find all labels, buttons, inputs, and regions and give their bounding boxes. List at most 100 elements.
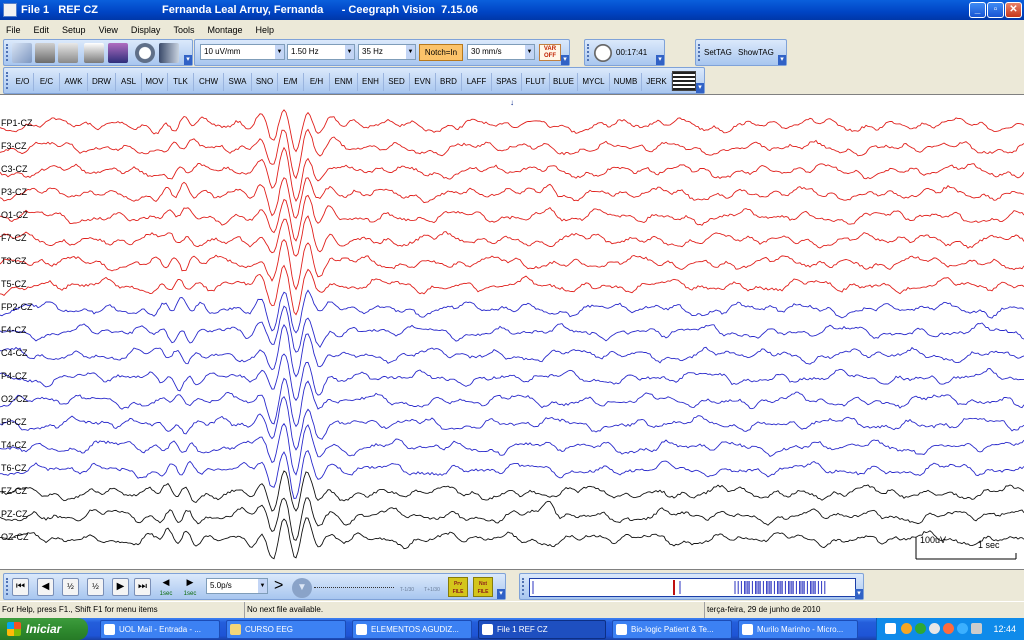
toolbar-chevron-icon[interactable]: ▾: [561, 55, 569, 65]
settag-button[interactable]: SetTAG: [704, 48, 732, 57]
menu-file[interactable]: File: [6, 25, 21, 35]
event-button-numb[interactable]: NUMB: [610, 73, 642, 91]
minus-button[interactable]: T-1/30: [397, 578, 417, 596]
channel-label-fp1-cz[interactable]: FP1-CZ: [1, 118, 33, 128]
channel-label-c4-cz[interactable]: C4-CZ: [1, 348, 28, 358]
montage-icon[interactable]: [159, 43, 179, 63]
channel-label-f4-cz[interactable]: F4-CZ: [1, 325, 27, 335]
channel-label-o2-cz[interactable]: O2-CZ: [1, 394, 28, 404]
display-icon[interactable]: [971, 623, 982, 634]
channel-label-f8-cz[interactable]: F8-CZ: [1, 417, 27, 427]
minimize-button[interactable]: _: [969, 2, 986, 18]
mpeg-icon[interactable]: [84, 43, 104, 63]
event-button-e-o[interactable]: E/O: [12, 73, 34, 91]
help-icon[interactable]: [885, 623, 896, 634]
chevron-down-icon[interactable]: ▼: [345, 45, 354, 59]
close-button[interactable]: ✕: [1005, 2, 1022, 18]
menu-montage[interactable]: Montage: [207, 25, 242, 35]
event-button-mov[interactable]: MOV: [142, 73, 168, 91]
security-icon[interactable]: [915, 623, 926, 634]
step-back-button[interactable]: ◀ 1sec: [156, 577, 176, 599]
channel-label-c3-cz[interactable]: C3-CZ: [1, 164, 28, 174]
speed-slider-track[interactable]: [314, 587, 394, 588]
chevron-down-icon[interactable]: ▼: [406, 45, 415, 59]
channel-label-t3-cz[interactable]: T3-CZ: [1, 256, 27, 266]
toolbar-chevron-icon[interactable]: ▾: [184, 55, 192, 65]
time-cursor-marker[interactable]: ↓: [510, 98, 514, 107]
play-icon[interactable]: >: [274, 577, 283, 595]
network-icon[interactable]: [901, 623, 912, 634]
event-button-e-c[interactable]: E/C: [34, 73, 60, 91]
speed-select[interactable]: 30 mm/s ▼: [467, 44, 535, 60]
event-button-evn[interactable]: EVN: [410, 73, 436, 91]
event-button-swa[interactable]: SWA: [224, 73, 252, 91]
half-forward-icon[interactable]: ½: [87, 578, 104, 596]
maximize-button[interactable]: ▫: [987, 2, 1004, 18]
last-page-icon[interactable]: ⏭: [134, 578, 151, 596]
event-button-e-m[interactable]: E/M: [278, 73, 304, 91]
event-button-enm[interactable]: ENM: [330, 73, 358, 91]
toolbar-grip[interactable]: [698, 44, 701, 61]
toolbar-chevron-icon[interactable]: ▾: [778, 55, 786, 65]
update-icon[interactable]: [943, 623, 954, 634]
channel-label-fp2-cz[interactable]: FP2-CZ: [1, 302, 33, 312]
prev-page-icon[interactable]: ◀: [37, 578, 54, 596]
scanner-icon[interactable]: [58, 43, 78, 63]
task-uol-mail[interactable]: UOL Mail - Entrada - ...: [100, 620, 220, 639]
event-button-enh[interactable]: ENH: [358, 73, 384, 91]
toolbar-chevron-icon[interactable]: ▾: [696, 83, 704, 93]
event-button-blue[interactable]: BLUE: [550, 73, 578, 91]
channel-label-t6-cz[interactable]: T6-CZ: [1, 463, 27, 473]
event-button-sno[interactable]: SNO: [252, 73, 278, 91]
menu-setup[interactable]: Setup: [62, 25, 86, 35]
stopwatch-icon[interactable]: [135, 43, 155, 63]
image-icon[interactable]: [108, 43, 128, 63]
channel-label-p3-cz[interactable]: P3-CZ: [1, 187, 27, 197]
print-icon[interactable]: [35, 43, 55, 63]
toolbar-grip[interactable]: [587, 44, 590, 61]
event-button-e-h[interactable]: E/H: [304, 73, 330, 91]
event-button-laff[interactable]: LAFF: [462, 73, 492, 91]
channel-label-t4-cz[interactable]: T4-CZ: [1, 440, 27, 450]
showtag-button[interactable]: ShowTAG: [738, 48, 774, 57]
toolbar-chevron-icon[interactable]: ▾: [497, 589, 505, 599]
event-button-chw[interactable]: CHW: [194, 73, 224, 91]
next-file-button[interactable]: Nxt FILE: [473, 577, 493, 597]
menu-help[interactable]: Help: [255, 25, 274, 35]
half-back-icon[interactable]: ½: [62, 578, 79, 596]
sensitivity-select[interactable]: 10 uV/mm ▼: [200, 44, 285, 60]
event-button-drw[interactable]: DRW: [88, 73, 116, 91]
event-button-tlk[interactable]: TLK: [168, 73, 194, 91]
eeg-waveform-display[interactable]: FP1-CZ F3-CZ C3-CZ P3-CZ O1-CZ F7-CZ T3-CZ T5-C…: [0, 94, 1024, 570]
title-bar[interactable]: File 1 REF CZ Fernanda Leal Arruy, Ferna…: [0, 0, 1024, 20]
toolbar-grip[interactable]: [6, 578, 9, 595]
plus-button[interactable]: T+1/30: [422, 578, 442, 596]
event-button-flut[interactable]: FLUT: [522, 73, 550, 91]
toolbar-chevron-icon[interactable]: ▾: [656, 55, 664, 65]
chevron-down-icon[interactable]: ▼: [275, 45, 284, 59]
menu-display[interactable]: Display: [131, 25, 161, 35]
channel-label-t5-cz[interactable]: T5-CZ: [1, 279, 27, 289]
event-list-icon[interactable]: [672, 71, 696, 91]
event-button-sed[interactable]: SED: [384, 73, 410, 91]
messenger-icon[interactable]: [957, 623, 968, 634]
high-filter-select[interactable]: 35 Hz ▼: [358, 44, 416, 60]
toolbar-chevron-icon[interactable]: ▾: [855, 589, 863, 599]
channel-label-fz-cz[interactable]: FZ-CZ: [1, 486, 27, 496]
notch-toggle[interactable]: Notch=In: [419, 44, 463, 61]
channel-label-f7-cz[interactable]: F7-CZ: [1, 233, 27, 243]
toolbar-grip[interactable]: [522, 578, 525, 595]
channel-label-o1-cz[interactable]: O1-CZ: [1, 210, 28, 220]
playback-rate-select[interactable]: 5.0p/s ▼: [206, 578, 268, 594]
event-button-jerk[interactable]: JERK: [642, 73, 672, 91]
task-elementos[interactable]: ELEMENTOS AGUDIZ...: [352, 620, 472, 639]
first-page-icon[interactable]: ⏮: [12, 578, 29, 596]
channel-label-oz-cz[interactable]: OZ-CZ: [1, 532, 29, 542]
recording-overview-bar[interactable]: [529, 578, 856, 597]
step-forward-button[interactable]: ▶ 1sec: [180, 577, 200, 599]
volume-icon[interactable]: [929, 623, 940, 634]
task-murilo[interactable]: Murilo Marinho - Micro...: [738, 620, 858, 639]
channel-label-f3-cz[interactable]: F3-CZ: [1, 141, 27, 151]
prev-file-button[interactable]: Prv FILE: [448, 577, 468, 597]
menu-edit[interactable]: Edit: [34, 25, 50, 35]
